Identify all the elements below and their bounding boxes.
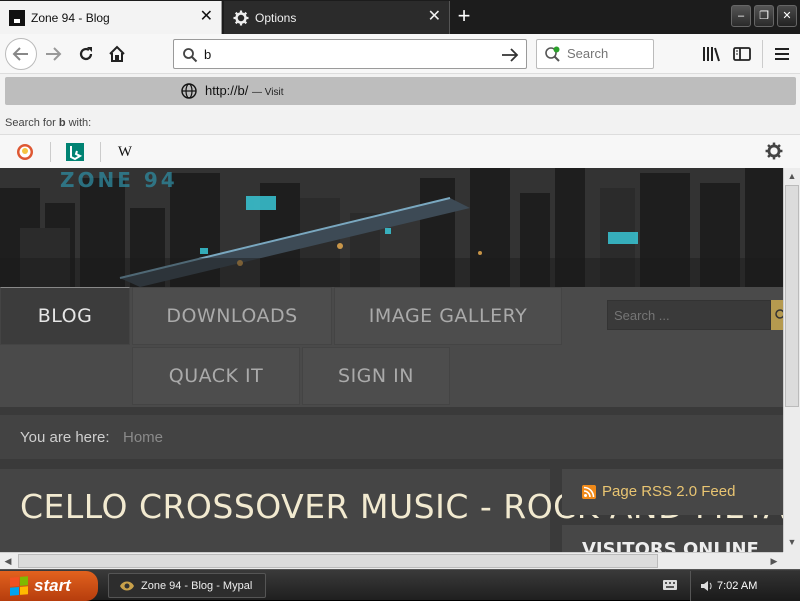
windows-taskbar: start Zone 94 - Blog - Mypal 7:02 AM bbox=[0, 569, 800, 601]
horizontal-scroll-thumb[interactable] bbox=[18, 554, 658, 568]
search-for-term: b bbox=[58, 117, 66, 129]
breadcrumb: You are here: Home bbox=[0, 415, 783, 459]
breadcrumb-home-link[interactable]: Home bbox=[123, 429, 163, 446]
wikipedia-icon[interactable]: W bbox=[115, 142, 135, 162]
rss-icon bbox=[582, 485, 596, 499]
suggestion-action: — Visit bbox=[252, 87, 284, 98]
visitors-online-panel: VISITORS ONLINE bbox=[562, 525, 783, 552]
tab-close-icon[interactable]: ✕ bbox=[428, 9, 441, 25]
close-window-button[interactable]: ✕ bbox=[777, 5, 797, 27]
search-engine-bar: W bbox=[0, 134, 800, 168]
visitors-online-heading: VISITORS ONLINE bbox=[582, 539, 759, 552]
start-label: start bbox=[34, 576, 71, 595]
menu-item-sign-in[interactable]: SIGN IN bbox=[302, 347, 450, 405]
scrollbar-corner bbox=[783, 552, 800, 569]
maximize-button[interactable]: ❐ bbox=[754, 5, 774, 27]
search-settings-gear-icon[interactable] bbox=[765, 142, 785, 162]
reload-button[interactable] bbox=[71, 39, 101, 69]
menu-button[interactable] bbox=[767, 39, 797, 69]
scroll-down-arrow-icon[interactable]: ▼ bbox=[784, 534, 800, 550]
web-page: ZONE 94 BLOG DOWNLOADS IMAGE GALLERY QUA… bbox=[0, 168, 783, 552]
system-tray: 7:02 AM bbox=[690, 571, 800, 601]
zone94-favicon-icon bbox=[9, 9, 25, 26]
home-icon bbox=[109, 45, 125, 62]
start-button[interactable]: start bbox=[0, 571, 98, 601]
rss-feed-panel: Page RSS 2.0 Feed bbox=[562, 469, 783, 515]
search-for-suffix: with: bbox=[68, 117, 92, 129]
forward-button[interactable] bbox=[38, 39, 68, 69]
search-bar[interactable] bbox=[536, 39, 654, 69]
article-panel: CELLO CROSSOVER MUSIC - ROCK AND METAL bbox=[0, 469, 783, 552]
vertical-scroll-thumb[interactable] bbox=[785, 185, 799, 407]
url-suggestions-dropdown: http://b/ — Visit Search for b with: W bbox=[0, 74, 800, 168]
library-button[interactable] bbox=[696, 39, 726, 69]
sidebar-icon bbox=[733, 47, 751, 61]
mypal-app-icon bbox=[120, 581, 134, 590]
gear-icon bbox=[233, 10, 249, 25]
toolbar-separator bbox=[762, 40, 763, 68]
duckduckgo-icon[interactable] bbox=[15, 142, 35, 162]
library-icon bbox=[703, 47, 720, 62]
scroll-left-arrow-icon[interactable]: ◀ bbox=[0, 553, 16, 569]
search-engine-icon[interactable] bbox=[544, 46, 562, 64]
site-main-menu: BLOG DOWNLOADS IMAGE GALLERY QUACK IT SI… bbox=[0, 287, 783, 407]
horizontal-scrollbar[interactable]: ◀ ▶ bbox=[0, 552, 783, 569]
hamburger-menu-icon bbox=[775, 48, 789, 60]
site-search-input[interactable] bbox=[614, 308, 764, 323]
rss-feed-link[interactable]: Page RSS 2.0 Feed bbox=[602, 483, 735, 500]
tab-options[interactable]: Options ✕ bbox=[224, 1, 450, 34]
suggestion-visit-row[interactable]: http://b/ — Visit bbox=[5, 77, 796, 105]
tab-title: Options bbox=[255, 10, 297, 25]
menu-item-image-gallery[interactable]: IMAGE GALLERY bbox=[334, 287, 562, 345]
taskbar-window-mypal[interactable]: Zone 94 - Blog - Mypal bbox=[108, 573, 266, 598]
vertical-scrollbar[interactable]: ▲ ▼ bbox=[783, 168, 800, 552]
search-input[interactable] bbox=[567, 46, 647, 61]
site-logo[interactable]: ZONE 94 bbox=[60, 168, 178, 192]
minimize-button[interactable]: – bbox=[731, 5, 751, 27]
navigation-toolbar bbox=[0, 34, 800, 74]
search-for-label: Search for b with: bbox=[5, 117, 91, 129]
tab-title: Zone 94 - Blog bbox=[31, 10, 110, 25]
back-arrow-icon bbox=[12, 47, 28, 61]
taskbar-window-title: Zone 94 - Blog - Mypal bbox=[141, 579, 253, 592]
taskbar-clock[interactable]: 7:02 AM bbox=[717, 580, 757, 592]
reload-icon bbox=[79, 47, 93, 61]
keyboard-layout-icon[interactable] bbox=[662, 578, 678, 592]
globe-icon bbox=[181, 83, 197, 99]
go-arrow-icon[interactable] bbox=[501, 47, 519, 63]
scroll-right-arrow-icon[interactable]: ▶ bbox=[766, 553, 782, 569]
tab-zone94-blog[interactable]: Zone 94 - Blog ✕ bbox=[0, 1, 222, 34]
windows-logo-icon bbox=[10, 576, 28, 596]
sidebar-toggle-button[interactable] bbox=[727, 39, 757, 69]
volume-icon[interactable] bbox=[699, 579, 715, 593]
engine-separator bbox=[100, 142, 101, 162]
menu-item-quack-it[interactable]: QUACK IT bbox=[132, 347, 300, 405]
forward-arrow-icon bbox=[46, 47, 62, 61]
tab-close-icon[interactable]: ✕ bbox=[200, 9, 213, 25]
new-tab-button[interactable]: + bbox=[452, 4, 476, 28]
suggestion-url: http://b/ bbox=[205, 83, 249, 98]
url-input[interactable] bbox=[204, 45, 494, 63]
home-button[interactable] bbox=[102, 39, 132, 69]
browser-titlebar: Zone 94 - Blog ✕ Options ✕ + – ❐ ✕ bbox=[0, 0, 800, 34]
site-banner: ZONE 94 bbox=[0, 168, 783, 287]
url-bar[interactable] bbox=[173, 39, 527, 69]
engine-separator bbox=[50, 142, 51, 162]
site-search-button[interactable] bbox=[771, 300, 783, 330]
back-button[interactable] bbox=[5, 38, 37, 70]
menu-item-downloads[interactable]: DOWNLOADS bbox=[132, 287, 332, 345]
breadcrumb-label: You are here: bbox=[20, 429, 110, 446]
site-search-box[interactable] bbox=[607, 300, 771, 330]
search-icon bbox=[775, 309, 783, 319]
search-for-prefix: Search for bbox=[5, 117, 56, 129]
menu-item-blog[interactable]: BLOG bbox=[0, 287, 130, 345]
bing-icon[interactable] bbox=[65, 142, 85, 162]
scroll-up-arrow-icon[interactable]: ▲ bbox=[784, 168, 800, 184]
search-icon bbox=[183, 48, 198, 63]
